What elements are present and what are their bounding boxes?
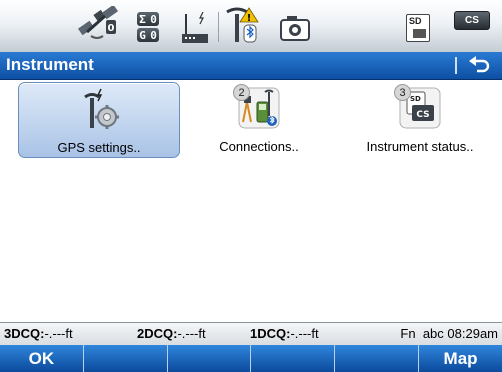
title-separator — [455, 57, 457, 74]
dcq1-label: 1DCQ: — [250, 326, 291, 341]
tile-number-badge: 2 — [233, 84, 250, 101]
sd-label: SD — [409, 16, 422, 26]
svg-text:CS: CS — [416, 110, 429, 120]
radio-icon[interactable] — [178, 6, 214, 46]
tile-label: GPS settings.. — [57, 140, 141, 155]
tile-label: Instrument status.. — [366, 139, 474, 154]
back-button[interactable] — [462, 54, 496, 77]
cs-label: CS — [454, 11, 490, 30]
gps-value: 0 — [150, 28, 157, 42]
sd-card-fill — [413, 29, 426, 38]
softkey-f4[interactable] — [251, 345, 336, 372]
svg-text:0: 0 — [108, 23, 115, 34]
sigma-value: 0 — [150, 12, 157, 26]
softkey-ok[interactable]: OK — [0, 345, 84, 372]
sigma-symbol: Σ — [139, 12, 146, 26]
sd-card-icon[interactable]: SD — [402, 6, 434, 46]
dcq3-label: 3DCQ: — [4, 326, 45, 341]
page-title: Instrument — [6, 55, 94, 74]
instrument-status-icon: SD CS 3 — [394, 84, 442, 130]
tile-connections[interactable]: 2 Connections.. — [179, 82, 339, 156]
dcq2-value: -.---ft — [177, 326, 206, 341]
bluetooth-warning-icon[interactable]: ! — [223, 6, 263, 46]
input-mode-indicator: abc — [422, 326, 444, 341]
title-bar: Instrument — [0, 52, 502, 80]
status-bar: 0 Σ 0 G 0 ! SD CS — [0, 0, 502, 53]
cs-controller-icon[interactable]: CS — [452, 6, 492, 46]
dcq1-readout: 1DCQ:-.---ft — [250, 326, 319, 341]
svg-text:SD: SD — [410, 95, 421, 103]
info-bar: 3DCQ:-.---ft 2DCQ:-.---ft 1DCQ:-.---ft F… — [0, 322, 502, 345]
tile-number-badge: 3 — [394, 84, 411, 101]
tile-label: Connections.. — [219, 139, 299, 154]
softkey-map[interactable]: Map — [419, 345, 502, 372]
softkey-f5[interactable] — [335, 345, 420, 372]
clock: 08:29am — [447, 326, 498, 341]
gps-settings-icon — [77, 87, 121, 131]
satellite-icon[interactable]: 0 — [75, 4, 121, 46]
fn-indicator: Fn — [400, 326, 416, 341]
dcq3-readout: 3DCQ:-.---ft — [4, 326, 73, 341]
tile-gps-settings[interactable]: GPS settings.. — [18, 82, 180, 158]
dcq3-value: -.---ft — [44, 326, 73, 341]
status-separator — [218, 12, 219, 42]
tile-instrument-status[interactable]: SD CS 3 Instrument status.. — [340, 82, 500, 156]
connections-icon: 2 — [233, 84, 281, 130]
dcq2-label: 2DCQ: — [137, 326, 178, 341]
menu-area: GPS settings.. 2 Connections.. SD CS 3 I… — [0, 80, 502, 322]
svg-text:!: ! — [247, 13, 252, 24]
softkey-f3[interactable] — [168, 345, 252, 372]
back-arrow-icon — [469, 56, 490, 73]
info-bar-right: Fn abc 08:29am — [400, 326, 498, 341]
softkey-bar: OK Map — [0, 345, 502, 372]
gps-symbol: G — [139, 28, 146, 42]
softkey-f2[interactable] — [84, 345, 168, 372]
sat-count-icon[interactable]: Σ 0 G 0 — [127, 6, 167, 46]
camera-icon[interactable] — [275, 6, 315, 46]
dcq2-readout: 2DCQ:-.---ft — [137, 326, 206, 341]
dcq1-value: -.---ft — [290, 326, 319, 341]
